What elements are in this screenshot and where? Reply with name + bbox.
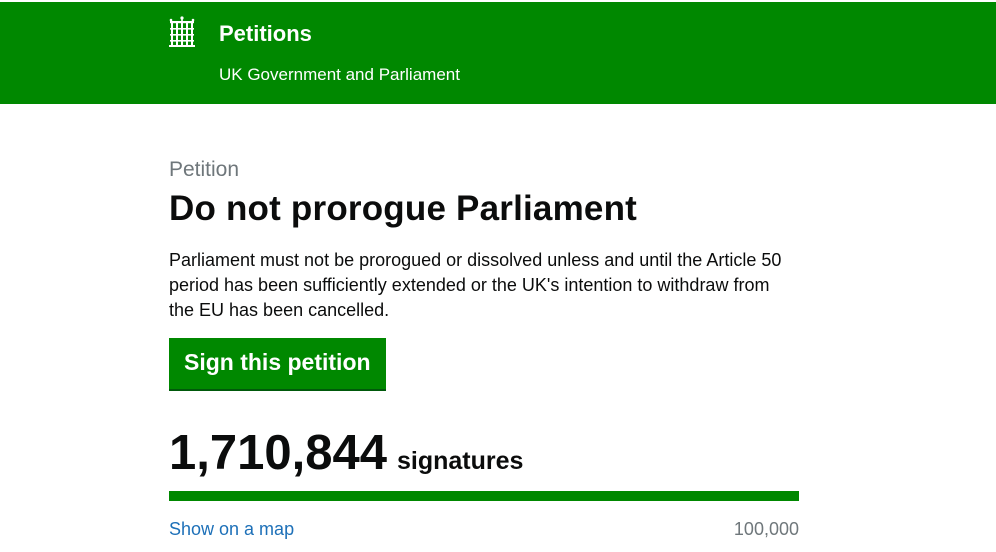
- signature-target: 100,000: [733, 519, 799, 539]
- page-title: Do not prorogue Parliament: [169, 189, 638, 228]
- signature-count-row: 1,710,844 signatures: [169, 427, 799, 479]
- page-eyebrow: Petition: [169, 158, 240, 181]
- signature-progress-fill: [169, 491, 799, 501]
- site-title-link[interactable]: Petitions: [219, 21, 312, 47]
- petition-main: Petition Do not prorogue Parliament Parl…: [169, 157, 799, 540]
- site-header: Petitions UK Government and Parliament: [0, 0, 996, 104]
- petition-description: Parliament must not be prorogued or diss…: [169, 250, 782, 320]
- site-subtitle: UK Government and Parliament: [219, 65, 460, 84]
- show-on-map-link[interactable]: Show on a map: [169, 518, 294, 540]
- signature-count: 1,710,844: [169, 426, 387, 480]
- portcullis-icon[interactable]: [168, 16, 196, 48]
- sign-petition-button[interactable]: Sign this petition: [169, 338, 386, 391]
- signature-progress-bar: [169, 491, 799, 501]
- progress-footer: Show on a map 100,000: [169, 518, 799, 540]
- signature-label: signatures: [397, 447, 524, 475]
